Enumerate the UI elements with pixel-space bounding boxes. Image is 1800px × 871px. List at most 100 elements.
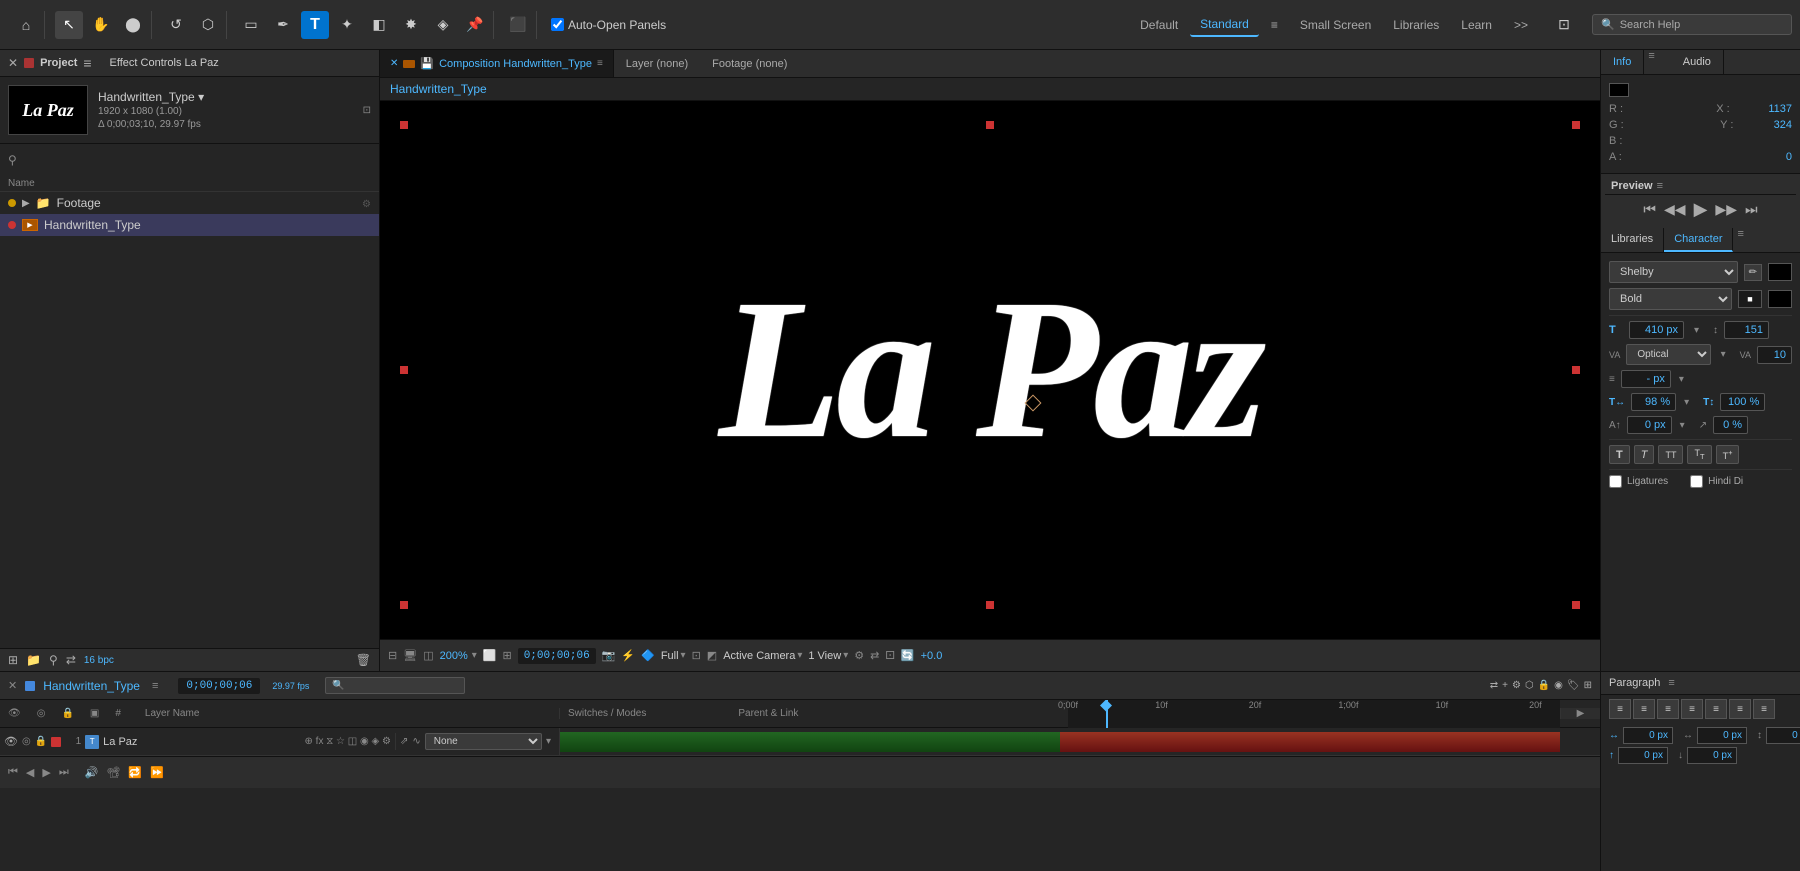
layer-add-icon[interactable]: + xyxy=(1502,680,1508,691)
search-icon-bottom[interactable]: ⚲ xyxy=(49,653,58,667)
tl-loop-icon[interactable]: 🔁 xyxy=(128,766,142,779)
footage-tab[interactable]: Footage (none) xyxy=(700,50,799,77)
comp-settings-icon[interactable]: ⚙ xyxy=(854,649,864,662)
font-edit-button[interactable]: ✏ xyxy=(1744,264,1762,281)
fast-preview-icon[interactable]: 🔷 xyxy=(641,649,655,662)
layer-lock-toggle[interactable]: 🔒 xyxy=(35,736,47,747)
layer-expand-icon[interactable]: ⊞ xyxy=(1584,680,1592,691)
comp-3d-icon[interactable]: ⚀ xyxy=(885,649,895,662)
tl-nav-prev[interactable]: ◀ xyxy=(26,766,34,779)
smallcaps-style-button[interactable]: TT xyxy=(1687,445,1711,464)
parent-link-whip[interactable]: ∿ xyxy=(412,736,420,747)
layer-solo-icon[interactable]: ◉ xyxy=(1554,680,1563,691)
preview-expand-icon[interactable]: ⊡ xyxy=(363,105,371,116)
align-right-button[interactable]: ≡ xyxy=(1657,699,1679,719)
indent-right-input[interactable] xyxy=(1697,727,1747,744)
handwritten-type-item[interactable]: ▶ Handwritten_Type xyxy=(0,214,379,236)
leading-input[interactable] xyxy=(1724,321,1769,339)
space-after-input[interactable] xyxy=(1687,747,1737,764)
new-item-icon[interactable]: ⊞ xyxy=(8,653,18,667)
fit-to-comp-icon[interactable]: ⬜ xyxy=(483,649,497,662)
align-full-last-left-button[interactable]: ≡ xyxy=(1705,699,1727,719)
layer-tab[interactable]: Layer (none) xyxy=(614,50,700,77)
layer-3d-icon[interactable]: ⬡ xyxy=(1525,680,1534,691)
frame-forward-button[interactable]: ▶▶ xyxy=(1715,201,1737,218)
comp-flow-icon[interactable]: ⇄ xyxy=(870,649,879,662)
time-remap-sw[interactable]: ⧖ xyxy=(326,736,333,747)
handle-bottom-mid[interactable] xyxy=(986,601,994,609)
tl-skip-icon[interactable]: ⏩ xyxy=(150,766,164,779)
parent-dropdown-arrow[interactable]: ▾ xyxy=(546,736,551,747)
track-matte-sw[interactable]: ◫ xyxy=(348,736,357,747)
handle-bottom-left[interactable] xyxy=(400,601,408,609)
tl-audio-icon[interactable]: 🔊 xyxy=(85,766,99,779)
layer-lock-icon[interactable]: 🔒 xyxy=(1538,680,1550,691)
char-menu-icon[interactable]: ≡ xyxy=(1737,228,1743,252)
paragraph-menu-icon[interactable]: ≡ xyxy=(1668,677,1674,689)
handle-top-mid[interactable] xyxy=(986,121,994,129)
footage-folder-item[interactable]: ▶ 📁 Footage ⚙ xyxy=(0,192,379,214)
layer-settings-icon[interactable]: ⚙ xyxy=(1512,680,1521,691)
text-tool-button[interactable]: T xyxy=(301,11,329,39)
pen-tool-button[interactable]: ✒ xyxy=(269,11,297,39)
audio-tab[interactable]: Audio xyxy=(1671,50,1724,74)
comp-reset-icon[interactable]: ⊟ xyxy=(388,649,397,662)
font-size-input[interactable] xyxy=(1629,321,1684,339)
comp-tab-composition[interactable]: ✕ 💾 Composition Handwritten_Type ≡ xyxy=(380,50,614,77)
timeline-search-input[interactable] xyxy=(325,677,465,694)
workspace-default[interactable]: Default xyxy=(1130,14,1188,36)
layer-visibility-toggle[interactable]: 👁 xyxy=(4,735,18,748)
zoom-tool-button[interactable]: ⬤ xyxy=(119,11,147,39)
libraries-char-tab[interactable]: Libraries xyxy=(1601,228,1664,252)
layer-label-icon[interactable]: 🏷 xyxy=(1567,680,1580,691)
rectangle-tool-button[interactable]: ▭ xyxy=(237,11,265,39)
handle-bottom-right[interactable] xyxy=(1572,601,1580,609)
workspace-learn[interactable]: Learn xyxy=(1451,14,1502,36)
motion-blur-sw[interactable]: ⊕ xyxy=(305,736,313,747)
pin-tool-button[interactable]: 📌 xyxy=(461,11,489,39)
tl-video-icon[interactable]: 📽 xyxy=(106,766,120,779)
ligatures-checkbox[interactable] xyxy=(1609,475,1622,488)
tracking-type-select[interactable]: Optical xyxy=(1626,344,1710,365)
align-left-button[interactable]: ≡ xyxy=(1609,699,1631,719)
quality-dropdown-arrow[interactable]: ▾ xyxy=(681,650,686,661)
scale-h-input[interactable] xyxy=(1631,393,1676,411)
project-search-input[interactable] xyxy=(23,149,371,171)
draft-3d-icon[interactable]: ⚡ xyxy=(621,649,635,662)
baseline-dropdown[interactable]: ▾ xyxy=(1680,420,1685,431)
flow-icon[interactable]: ⇄ xyxy=(66,653,76,667)
workspace-standard-settings[interactable]: ≡ xyxy=(1261,14,1288,36)
camera-orbit-button[interactable]: ⬡ xyxy=(194,11,222,39)
parent-link-icon[interactable]: ⇗ xyxy=(400,736,408,747)
character-tab[interactable]: Character xyxy=(1664,228,1733,252)
font-color-swatch[interactable]: ■ xyxy=(1738,290,1762,308)
puppet-pin-button[interactable]: ✸ xyxy=(397,11,425,39)
expand-button[interactable]: ⬛ xyxy=(504,11,532,39)
info-menu-icon[interactable]: ≡ xyxy=(1648,50,1654,74)
composition-viewport[interactable]: La Paz xyxy=(380,101,1600,639)
align-full-button[interactable]: ≡ xyxy=(1681,699,1703,719)
bold-style-button[interactable]: T xyxy=(1609,445,1630,464)
tl-nav-first[interactable]: ⏮ xyxy=(8,766,18,779)
effect-sw[interactable]: fx xyxy=(316,736,324,747)
region-of-interest-icon[interactable]: ⊡ xyxy=(692,649,701,662)
camera-dropdown-arrow[interactable]: ▾ xyxy=(797,650,802,661)
auto-open-panels-checkbox[interactable] xyxy=(551,18,564,31)
home-button[interactable]: ⌂ xyxy=(12,11,40,39)
comp-renderers-icon[interactable]: 🔄 xyxy=(901,649,915,662)
indent-left-input[interactable] xyxy=(1623,727,1673,744)
eraser-button[interactable]: ◧ xyxy=(365,11,393,39)
scale-h-dropdown[interactable]: ▾ xyxy=(1684,397,1689,408)
workspace-more[interactable]: >> xyxy=(1504,14,1538,36)
eyedrop-sw[interactable]: ◈ xyxy=(372,736,380,747)
baseline-input[interactable] xyxy=(1627,416,1672,434)
workspace-libraries[interactable]: Libraries xyxy=(1383,14,1449,36)
timeline-menu-icon[interactable]: ≡ xyxy=(152,680,158,692)
comp-transparency-icon[interactable]: ◫ xyxy=(423,649,433,662)
allcaps-style-button[interactable]: TT xyxy=(1658,445,1683,464)
layer-flow-icon[interactable]: ⇄ xyxy=(1490,680,1498,691)
indent-first-input[interactable] xyxy=(1766,727,1800,744)
zoom-dropdown-arrow[interactable]: ▾ xyxy=(472,650,477,661)
clone-stamp-button[interactable]: ✦ xyxy=(333,11,361,39)
maximize-panel-button[interactable]: ⊡ xyxy=(1550,11,1578,39)
